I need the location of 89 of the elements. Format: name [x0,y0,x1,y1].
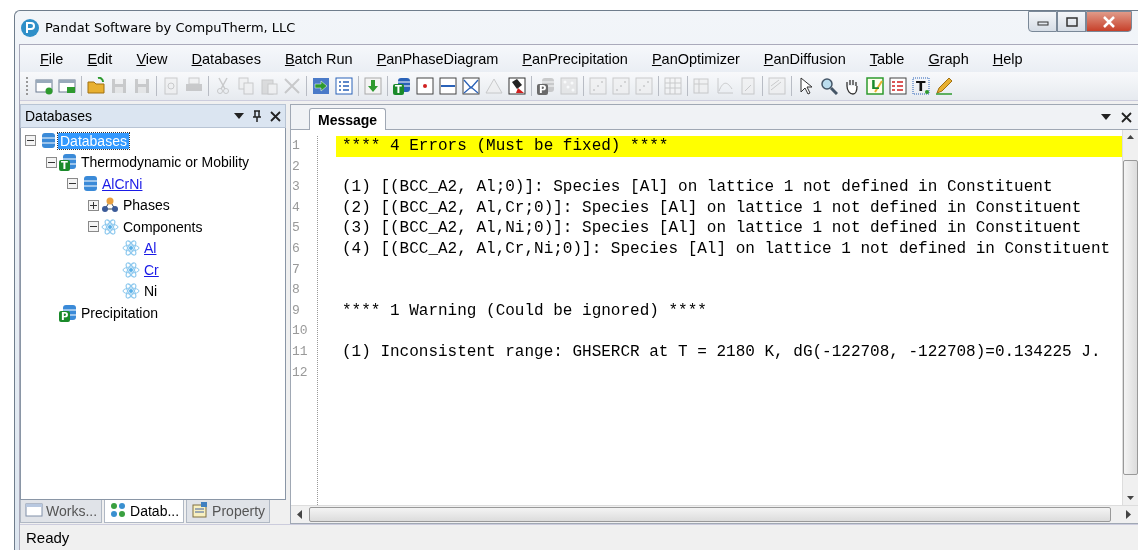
line-number: 3 [292,178,301,197]
message-line: (3) [(BCC_A2, Al,Ni;0)]: Species [Al] on lattice 1 not defined in Constituent [341,218,1083,239]
molecule-icon [101,196,119,215]
tree-item[interactable]: Components [121,218,205,235]
collapse-icon[interactable] [88,221,99,233]
dropdown-icon[interactable] [1101,114,1111,120]
close-button[interactable] [1086,11,1132,32]
dropdown-icon[interactable] [234,113,244,119]
menu-item[interactable]: PanPrecipitation [510,50,640,67]
line-number: 8 [292,281,301,300]
message-line: (1) [(BCC_A2, Al;0)]: Species [Al] on lattice 1 not defined in Constituent [341,177,1054,198]
tree-item[interactable]: Thermodynamic or Mobility [79,154,252,171]
panel-tab[interactable]: Property [186,500,271,523]
pointer-icon[interactable] [797,77,815,95]
close-icon [1102,15,1116,28]
nodes-icon [109,502,128,520]
line-number: 7 [292,260,301,279]
menu-item[interactable]: Help [980,50,1035,67]
menu-item[interactable]: Table [857,50,917,67]
close-icon[interactable] [1121,111,1132,123]
tree-item[interactable]: Cr [142,261,161,278]
atom-icon [101,217,119,236]
open-folder-icon[interactable] [87,77,105,95]
minimize-button[interactable] [1028,11,1057,32]
property-icon [191,502,210,520]
point-icon[interactable] [416,77,434,95]
legend-icon[interactable] [889,77,907,95]
atom-icon [122,239,140,258]
line-number: 10 [292,322,309,341]
status-text: Ready [26,529,70,546]
window-title: Pandat Software by CompuTherm, LLC [45,20,297,35]
collapse-icon[interactable] [67,178,78,190]
panel-title: Databases [25,108,93,124]
menu-item[interactable]: File [28,50,76,67]
download-icon[interactable] [364,77,382,95]
message-line: (1) Inconsistent range: GHSERCR at T = 2180 K, dG(-122708, -122708)=0.134225 J. [341,341,1102,363]
app-logo-icon [21,18,39,37]
tree-item[interactable]: Precipitation [79,304,161,321]
window-folder-icon[interactable] [58,77,76,95]
scroll-left-icon[interactable] [297,510,303,519]
tree-item[interactable]: Phases [121,197,172,214]
document-tab[interactable]: Message [309,108,387,130]
window-icon [25,502,43,520]
line-number: 12 [292,363,309,382]
atom-icon [122,282,140,301]
menu-item[interactable]: Batch Run [272,50,365,67]
line-number: 11 [292,342,309,361]
scroll-right-icon[interactable] [1126,510,1132,519]
horizontal-scrollbar[interactable] [291,505,1138,523]
menu-item[interactable]: PanOptimizer [639,50,752,67]
message-line: (2) [(BCC_A2, Al,Cr;0)]: Species [Al] on lattice 1 not defined in Constituent [341,197,1083,219]
collapse-icon[interactable] [46,156,57,168]
message-line: (4) [(BCC_A2, Al,Cr,Ni;0)]: Species [Al] on lattice 1 not defined in Constituent [341,238,1112,260]
zoom-icon[interactable] [820,77,838,95]
menu-item[interactable]: Graph [916,50,981,67]
vertical-scrollbar[interactable] [1122,130,1138,505]
new-window-icon[interactable] [35,77,53,95]
text-tool-icon[interactable]: T [912,77,930,95]
envelope-icon[interactable] [462,77,480,95]
menu-item[interactable]: Databases [179,50,273,67]
menu-item[interactable]: View [124,50,180,67]
line-number: 9 [292,301,301,320]
menu-item[interactable]: Edit [75,50,125,67]
line-number: 2 [292,157,301,176]
pin-icon[interactable] [252,110,262,122]
tree-item[interactable]: AlCrNi [100,175,145,192]
tree-item[interactable]: Al [142,240,159,257]
line-number: 5 [292,219,301,238]
list-icon[interactable] [335,77,353,95]
line-number: 1 [292,137,301,155]
message-line: **** 1 Warning (Could be ignored) **** [341,300,708,322]
line-number: 6 [292,239,301,258]
collapse-icon[interactable] [25,135,36,147]
atom-icon [122,260,140,279]
line-number: 4 [292,198,301,217]
paint-bucket-icon[interactable] [508,77,526,95]
import-icon[interactable] [312,77,330,95]
tree-item[interactable]: Ni [142,283,160,300]
pencil-icon[interactable] [935,77,953,95]
maximize-button[interactable] [1057,11,1086,32]
maximize-icon [1065,16,1078,27]
close-icon[interactable] [270,110,281,122]
chart-pen-icon[interactable]: L [866,77,884,95]
expand-icon[interactable] [88,199,99,211]
hand-icon[interactable] [843,77,861,95]
menu-item[interactable]: PanPhaseDiagram [364,50,511,67]
panel-tab[interactable]: Works... [20,500,103,523]
panel-tab[interactable]: Datab... [104,500,185,523]
menu-item[interactable]: PanDiffusion [751,50,858,67]
